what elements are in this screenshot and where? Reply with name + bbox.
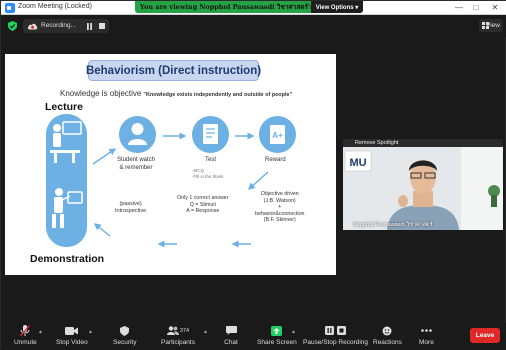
student-watch-label: Student watch & remember: [117, 157, 155, 172]
title-bar: Zoom Meeting (Locked) You are viewing No…: [1, 1, 506, 15]
test-label: Test: [205, 157, 217, 163]
meeting-toolbar: Unmute ▲ Stop Video ▲ Security 374 Parti…: [1, 323, 506, 350]
a-response-text: A = Response: [186, 208, 220, 215]
video-camera-icon: [65, 326, 79, 335]
passive-block: (passive) Introspective: [115, 201, 146, 215]
unmute-label: Unmute: [14, 339, 37, 346]
chat-label: Chat: [224, 339, 238, 346]
unmute-button[interactable]: Unmute: [14, 324, 37, 349]
chat-button[interactable]: Chat: [224, 325, 238, 349]
recording-label: Recording...: [41, 22, 77, 29]
reactions-emoji-icon: [382, 326, 392, 335]
plus-text: +: [278, 204, 282, 211]
minimize-icon: —: [455, 3, 463, 12]
mu-logo: MU: [349, 157, 366, 169]
security-shield-icon: [120, 325, 130, 336]
window-title: Zoom Meeting (Locked): [18, 3, 92, 10]
reactions-button[interactable]: Reactions: [373, 325, 402, 349]
grid-view-icon: [482, 22, 489, 29]
stop-recording-icon[interactable]: [99, 23, 105, 29]
pause-stop-recording-label: Pause/Stop Recording: [303, 339, 369, 346]
security-label: Security: [113, 339, 137, 346]
cloud-recording-icon: [27, 23, 38, 30]
maximize-icon: □: [473, 3, 479, 12]
close-icon: ✕: [491, 3, 499, 12]
student-watch-text: Student watch: [117, 157, 156, 163]
one-correct-text: Only 1 correct answer: [177, 195, 229, 201]
skinner-text: (B.F. Skinner): [263, 217, 296, 224]
more-button[interactable]: More: [419, 325, 434, 349]
flow-arrows: [92, 132, 269, 248]
view-button[interactable]: View: [479, 19, 503, 32]
shared-screen-slide: Behaviorism (Direct instruction) Knowled…: [5, 54, 336, 275]
muted-microphone-icon: [20, 324, 31, 336]
pause-recording-icon[interactable]: [86, 23, 93, 30]
security-button[interactable]: Security: [113, 325, 136, 349]
correct-answer-block: Only 1 correct answer Q = Stimuli A = Re…: [177, 195, 229, 215]
remember-text: & remember: [119, 164, 153, 171]
test-details: -MCQ -Fill in the blank: [192, 168, 224, 179]
fill-blank-text: -Fill in the blank: [192, 173, 224, 179]
speaker-name: Nopphol Pausawasdi วิชาศาสตร์: [353, 222, 433, 228]
objective-driven-block: Objective driven (J.B. Watson) + behavio…: [255, 191, 304, 224]
participants-icon: [166, 326, 179, 335]
close-button[interactable]: ✕: [487, 2, 503, 13]
q-stimuli-text: Q = Stimuli: [189, 201, 216, 208]
share-screen-label: Share Screen: [257, 339, 297, 346]
video-options-chevron-icon[interactable]: ▲: [88, 329, 93, 335]
behavior-connection-text: behavior&connection: [255, 210, 305, 217]
share-options-chevron-icon[interactable]: ▲: [291, 329, 296, 335]
participants-button[interactable]: 374 Participants: [161, 325, 195, 349]
stop-video-label: Stop Video: [56, 339, 88, 346]
speaker-video-tile[interactable]: MU Remove Spotlight Nopphol Pausawasdi ว…: [343, 139, 503, 230]
participants-options-chevron-icon[interactable]: ▲: [203, 329, 208, 335]
more-label: More: [419, 339, 434, 346]
watson-text: (J.B. Watson): [263, 197, 296, 204]
leave-button[interactable]: Leave: [470, 328, 500, 343]
recording-indicator: Recording...: [23, 19, 109, 33]
participants-count: 374: [179, 327, 190, 334]
banner-text: You are viewing Nopphol Pausawasdi วิชาศ…: [140, 3, 340, 11]
reward-label: Reward: [265, 157, 286, 163]
encryption-shield-icon[interactable]: [8, 21, 17, 31]
share-screen-arrow-icon: [271, 325, 283, 336]
chat-bubble-icon: [225, 326, 237, 335]
zoom-app-icon: [5, 3, 15, 13]
pause-stop-icon: [324, 326, 346, 335]
view-options-button[interactable]: View Options ▾: [311, 1, 363, 13]
pause-stop-recording-button[interactable]: Pause/Stop Recording: [303, 325, 368, 349]
reactions-label: Reactions: [373, 339, 402, 346]
passive-text: (passive): [119, 201, 142, 207]
minimize-button[interactable]: —: [451, 2, 467, 13]
remove-spotlight-label[interactable]: Remove Spotlight: [355, 140, 398, 146]
objective-driven-text: Objective driven: [260, 191, 299, 197]
more-dots-icon: [421, 329, 432, 332]
audio-options-chevron-icon[interactable]: ▲: [38, 329, 43, 335]
meeting-top-bar: Recording... View: [1, 15, 506, 37]
speaker-video-frame: MU: [343, 139, 503, 230]
stop-video-button[interactable]: Stop Video: [56, 325, 88, 349]
participants-label: Participants: [161, 339, 195, 346]
introspective-text: Introspective: [115, 207, 147, 214]
maximize-button[interactable]: □: [468, 2, 484, 13]
zoom-window: Zoom Meeting (Locked) You are viewing No…: [0, 0, 506, 350]
